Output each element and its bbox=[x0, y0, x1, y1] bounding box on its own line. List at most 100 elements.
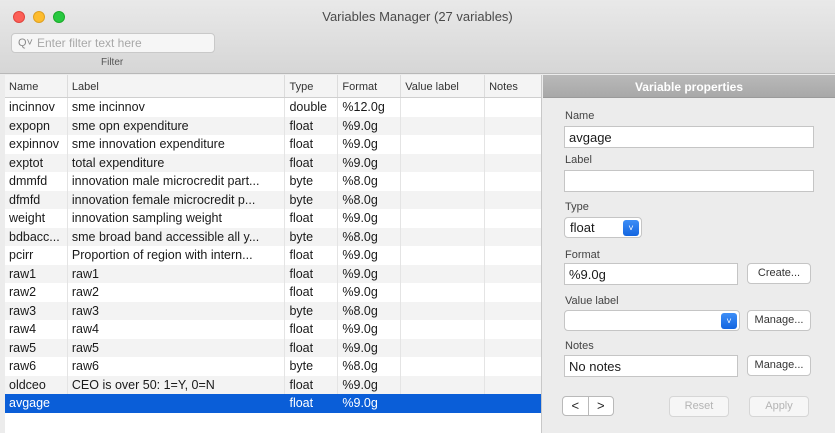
column-header-type[interactable]: Type bbox=[285, 75, 339, 97]
cell-label: sme incinnov bbox=[68, 98, 286, 117]
table-row[interactable]: dfmfd innovation female microcredit p... b… bbox=[5, 190, 541, 210]
column-header-format[interactable]: Format bbox=[338, 75, 402, 97]
cell-label: sme broad band accessible all y... bbox=[68, 227, 286, 246]
type-field-label: Type bbox=[565, 201, 589, 213]
table-row[interactable]: raw2 raw2 float %9.0g bbox=[5, 283, 541, 302]
cell-type: float bbox=[285, 116, 339, 135]
cell-format: %9.0g bbox=[338, 320, 402, 339]
table-row[interactable]: raw6 raw6 byte %8.0g bbox=[5, 357, 541, 376]
column-header-value-label[interactable]: Value label bbox=[401, 75, 486, 97]
filter-input[interactable]: Q˅ Enter filter text here bbox=[11, 33, 215, 53]
cell-label: sme opn expenditure bbox=[68, 116, 286, 135]
cell-value-label bbox=[401, 190, 486, 209]
table-row[interactable]: expinnov sme innovation expenditure float%… bbox=[5, 135, 541, 154]
cell-type: float bbox=[285, 153, 339, 172]
cell-value-label bbox=[401, 246, 486, 265]
cell-notes bbox=[485, 394, 541, 413]
notes-field[interactable]: No notes bbox=[564, 355, 738, 377]
cell-label: raw6 bbox=[68, 357, 286, 376]
column-header-notes[interactable]: Notes bbox=[485, 75, 541, 97]
cell-type: float bbox=[285, 264, 339, 283]
cell-notes bbox=[485, 376, 541, 395]
value-label-field-label: Value label bbox=[565, 295, 619, 307]
cell-value-label bbox=[401, 227, 486, 246]
cell-label: innovation sampling weight bbox=[68, 209, 286, 228]
cell-format: %9.0g bbox=[338, 209, 402, 228]
manage-value-label-button[interactable]: Manage... bbox=[747, 310, 811, 331]
chevron-down-icon: ˅ bbox=[623, 220, 639, 236]
cell-type: float bbox=[285, 246, 339, 265]
cell-format: %9.0g bbox=[338, 116, 402, 135]
cell-type: byte bbox=[285, 301, 339, 320]
table-row[interactable]: raw1 raw1 float %9.0g bbox=[5, 264, 541, 283]
table-row[interactable]: raw3 raw3 byte %8.0g bbox=[5, 301, 541, 320]
cell-value-label bbox=[401, 375, 486, 394]
cell-type: byte bbox=[285, 357, 339, 376]
next-variable-button[interactable]: > bbox=[589, 397, 614, 415]
variable-navigation: < > bbox=[562, 396, 614, 416]
label-field[interactable] bbox=[564, 170, 814, 192]
cell-name: exptot bbox=[5, 153, 68, 172]
cell-value-label bbox=[401, 394, 486, 413]
manage-notes-button[interactable]: Manage... bbox=[747, 355, 811, 376]
cell-notes bbox=[485, 154, 541, 173]
table-row[interactable]: dmmfd innovation male microcredit part...… bbox=[5, 172, 541, 191]
table-row[interactable]: bdbacc... sme broad band accessible all y… bbox=[5, 227, 541, 247]
table-row[interactable]: oldceo CEO is over 50: 1=Y, 0=N float %9.0g bbox=[5, 375, 541, 395]
cell-notes bbox=[485, 320, 541, 339]
table-row[interactable]: expopn sme opn expenditure float %9.0g bbox=[5, 116, 541, 135]
cell-value-label bbox=[401, 338, 486, 357]
cell-label: Proportion of region with intern... bbox=[68, 246, 286, 265]
cell-format: %9.0g bbox=[338, 264, 402, 283]
cell-value-label bbox=[401, 98, 486, 117]
cell-label: total expenditure bbox=[68, 153, 286, 172]
cell-type: float bbox=[285, 283, 339, 302]
cell-label: innovation female microcredit p... bbox=[68, 190, 286, 209]
filter-label: Filter bbox=[101, 57, 124, 68]
reset-button[interactable]: Reset bbox=[669, 396, 729, 417]
cell-format: %9.0g bbox=[338, 153, 402, 172]
column-header-label[interactable]: Label bbox=[68, 75, 286, 97]
cell-type: double bbox=[285, 98, 339, 117]
cell-notes bbox=[485, 283, 541, 302]
cell-name: dfmfd bbox=[5, 190, 68, 209]
cell-label: raw2 bbox=[68, 283, 286, 302]
cell-value-label bbox=[401, 320, 486, 339]
cell-value-label bbox=[401, 172, 486, 191]
cell-notes bbox=[485, 246, 541, 265]
table-row[interactable]: avgage float %9.0g bbox=[5, 394, 541, 413]
create-format-button[interactable]: Create... bbox=[747, 263, 811, 284]
apply-button[interactable]: Apply bbox=[749, 396, 809, 417]
table-row[interactable]: incinnov sme incinnov double %12.0g bbox=[5, 98, 541, 117]
cell-name: raw4 bbox=[5, 320, 68, 339]
value-label-select[interactable]: ˅ bbox=[564, 310, 740, 331]
type-select[interactable]: float ˅ bbox=[564, 217, 642, 238]
type-select-value: float bbox=[570, 220, 595, 235]
table-row[interactable]: pcirr Proportion of region with intern...… bbox=[5, 246, 541, 265]
cell-notes bbox=[485, 191, 541, 210]
table-row[interactable]: raw4 raw4 float %9.0g bbox=[5, 320, 541, 339]
name-field[interactable]: avgage bbox=[564, 126, 814, 148]
cell-name: bdbacc... bbox=[5, 227, 68, 246]
table-row[interactable]: exptot total expenditure float %9.0g bbox=[5, 153, 541, 173]
cell-type: float bbox=[285, 375, 339, 394]
format-field[interactable]: %9.0g bbox=[564, 263, 738, 285]
notes-field-label: Notes bbox=[565, 340, 594, 352]
previous-variable-button[interactable]: < bbox=[563, 397, 589, 415]
window-title: Variables Manager (27 variables) bbox=[322, 9, 513, 24]
name-field-label: Name bbox=[565, 110, 595, 122]
cell-format: %12.0g bbox=[338, 98, 402, 117]
cell-label: innovation male microcredit part... bbox=[68, 172, 286, 191]
format-field-label: Format bbox=[565, 249, 600, 261]
cell-type: float bbox=[285, 209, 339, 228]
cell-format: %8.0g bbox=[338, 190, 402, 209]
table-row[interactable]: raw5 raw5 float %9.0g bbox=[5, 338, 541, 357]
cell-format: %9.0g bbox=[338, 135, 402, 154]
table-row[interactable]: weight innovation sampling weight float %9.… bbox=[5, 209, 541, 228]
cell-value-label bbox=[401, 135, 486, 154]
column-header-name[interactable]: Name bbox=[5, 75, 68, 97]
cell-notes bbox=[485, 228, 541, 247]
cell-value-label bbox=[401, 283, 486, 302]
variables-table[interactable]: Name Label Type Format Value label Notes… bbox=[5, 75, 542, 433]
cell-name: raw6 bbox=[5, 357, 68, 376]
